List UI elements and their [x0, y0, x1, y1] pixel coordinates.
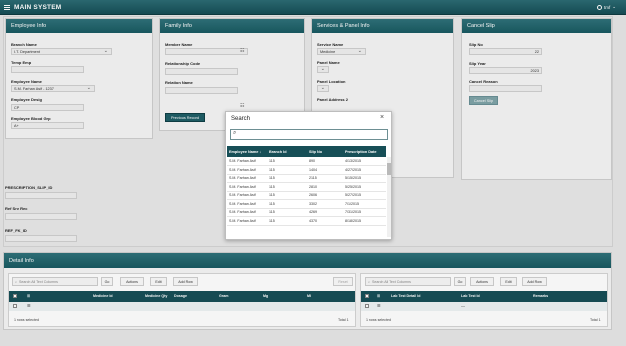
scrollbar-thumb[interactable] — [387, 163, 391, 175]
search-dialog: Search × ⌕ Employee Name ↓ Branch Id Sli… — [225, 111, 392, 240]
table-row[interactable]: S.M. Farhan Asif 115 890 4/13/2015 — [227, 157, 386, 166]
table-cell: 115 — [267, 208, 307, 217]
table-cell: 115 — [267, 182, 307, 192]
table-cell: 115 — [267, 199, 307, 209]
table-cell: S.M. Farhan Asif — [227, 191, 267, 200]
table-row[interactable]: S.M. Farhan Asif 115 2606 5/27/2015 — [227, 191, 386, 200]
table-cell: 115 — [267, 216, 307, 226]
column-header[interactable]: Slip No — [307, 146, 343, 157]
table-row[interactable]: S.M. Farhan Asif 115 4269 7/31/2015 — [227, 208, 386, 217]
scrollbar[interactable] — [387, 157, 391, 237]
table-cell: 8/18/2015 — [343, 216, 386, 226]
search-input[interactable]: ⌕ — [230, 129, 388, 140]
table-cell: 2810 — [307, 182, 343, 192]
table-cell: 2115 — [307, 174, 343, 183]
table-cell: 5/27/2015 — [343, 191, 386, 200]
table-cell: 115 — [267, 174, 307, 183]
table-cell: 4/27/2015 — [343, 165, 386, 175]
table-cell: 5/25/2015 — [343, 182, 386, 192]
table-row[interactable]: S.M. Farhan Asif 115 3302 7/1/2015 — [227, 199, 386, 209]
results-header-row: Employee Name ↓ Branch Id Slip No Prescr… — [227, 146, 386, 157]
table-cell: 7/31/2015 — [343, 208, 386, 217]
table-cell: 115 — [267, 191, 307, 200]
column-header[interactable]: Branch Id — [267, 146, 307, 157]
table-row[interactable]: S.M. Farhan Asif 115 1404 4/27/2015 — [227, 165, 386, 175]
table-cell: S.M. Farhan Asif — [227, 157, 267, 166]
table-cell: 115 — [267, 157, 307, 166]
table-cell: S.M. Farhan Asif — [227, 182, 267, 192]
table-cell: S.M. Farhan Asif — [227, 216, 267, 226]
table-cell: 5/15/2015 — [343, 174, 386, 183]
table-cell: 4370 — [307, 216, 343, 226]
table-cell: 3302 — [307, 199, 343, 209]
table-cell: S.M. Farhan Asif — [227, 199, 267, 209]
table-cell: 2606 — [307, 191, 343, 200]
table-cell: 7/1/2015 — [343, 199, 386, 209]
search-icon: ⌕ — [233, 130, 237, 136]
table-row[interactable]: S.M. Farhan Asif 115 4370 8/18/2015 — [227, 216, 386, 226]
table-row[interactable]: S.M. Farhan Asif 115 2115 5/15/2015 — [227, 174, 386, 183]
table-cell: 4/13/2015 — [343, 157, 386, 166]
column-header[interactable]: Employee Name ↓ — [227, 146, 267, 157]
table-cell: 115 — [267, 165, 307, 175]
sort-icon: ↓ — [259, 149, 262, 154]
table-cell: 1404 — [307, 165, 343, 175]
table-cell: 890 — [307, 157, 343, 166]
table-cell: 4269 — [307, 208, 343, 217]
table-cell: S.M. Farhan Asif — [227, 174, 267, 183]
table-cell: S.M. Farhan Asif — [227, 165, 267, 175]
column-header[interactable]: Prescription Date — [343, 146, 386, 157]
results-grid: Employee Name ↓ Branch Id Slip No Prescr… — [227, 146, 386, 237]
close-icon[interactable]: × — [380, 114, 384, 121]
table-row[interactable]: S.M. Farhan Asif 115 2810 5/25/2015 — [227, 182, 386, 192]
table-cell: S.M. Farhan Asif — [227, 208, 267, 217]
dialog-title: Search — [231, 116, 251, 122]
